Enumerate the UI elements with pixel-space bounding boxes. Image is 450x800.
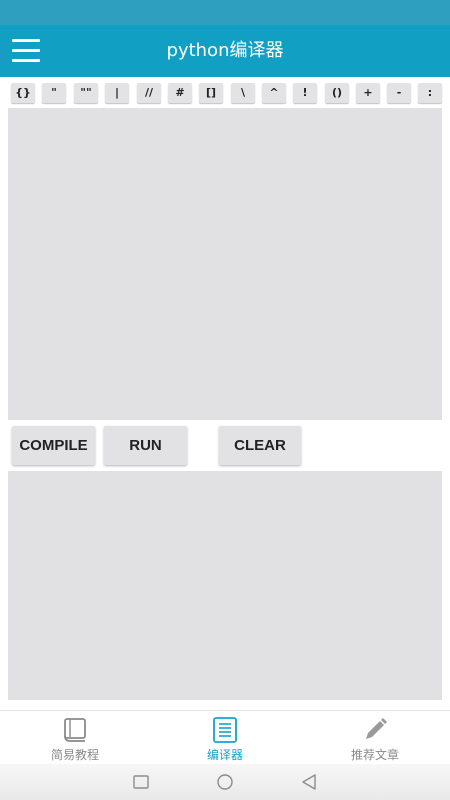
symbol-button-minus[interactable]: -: [387, 83, 411, 103]
code-editor-input[interactable]: [8, 108, 442, 420]
symbol-button-quote[interactable]: ": [42, 83, 66, 103]
clear-button[interactable]: CLEAR: [219, 426, 301, 465]
book-icon: [64, 718, 86, 742]
symbol-button-colon[interactable]: :: [418, 83, 442, 103]
symbol-button-pipe[interactable]: |: [105, 83, 129, 103]
nav-label-tutorial: 简易教程: [50, 748, 99, 762]
nav-item-compiler[interactable]: 编译器: [150, 711, 300, 765]
symbol-toolbar: {} " "" | // # [] \ ^ ! () + - :: [11, 83, 442, 103]
symbol-button-caret[interactable]: ^: [262, 83, 286, 103]
compile-button[interactable]: COMPILE: [12, 426, 95, 465]
back-icon[interactable]: [300, 773, 318, 791]
bottom-navigation: 简易教程 编译器 推荐文章: [0, 710, 450, 764]
symbol-button-hash[interactable]: #: [168, 83, 192, 103]
symbol-button-double-quote[interactable]: "": [74, 83, 98, 103]
status-bar: [0, 0, 450, 25]
symbol-button-parens[interactable]: (): [325, 83, 349, 103]
system-navigation-bar: [0, 764, 450, 800]
symbol-button-brackets[interactable]: []: [199, 83, 223, 103]
page-title: python编译器: [166, 40, 284, 61]
symbol-button-comment[interactable]: //: [137, 83, 161, 103]
nav-label-compiler: 编译器: [206, 748, 243, 762]
symbol-button-braces[interactable]: {}: [11, 83, 35, 103]
app-bar: python编译器: [0, 25, 450, 77]
recent-apps-icon[interactable]: [132, 773, 150, 791]
symbol-button-exclamation[interactable]: !: [293, 83, 317, 103]
document-icon: [213, 717, 237, 743]
symbol-button-plus[interactable]: +: [356, 83, 380, 103]
home-icon[interactable]: [216, 773, 234, 791]
nav-item-tutorial[interactable]: 简易教程: [0, 711, 150, 765]
nav-item-articles[interactable]: 推荐文章: [300, 711, 450, 765]
run-button[interactable]: RUN: [104, 426, 187, 465]
output-panel: [8, 471, 442, 700]
symbol-button-backslash[interactable]: \: [231, 83, 255, 103]
nav-label-articles: 推荐文章: [350, 748, 399, 762]
pencil-icon: [366, 718, 387, 739]
